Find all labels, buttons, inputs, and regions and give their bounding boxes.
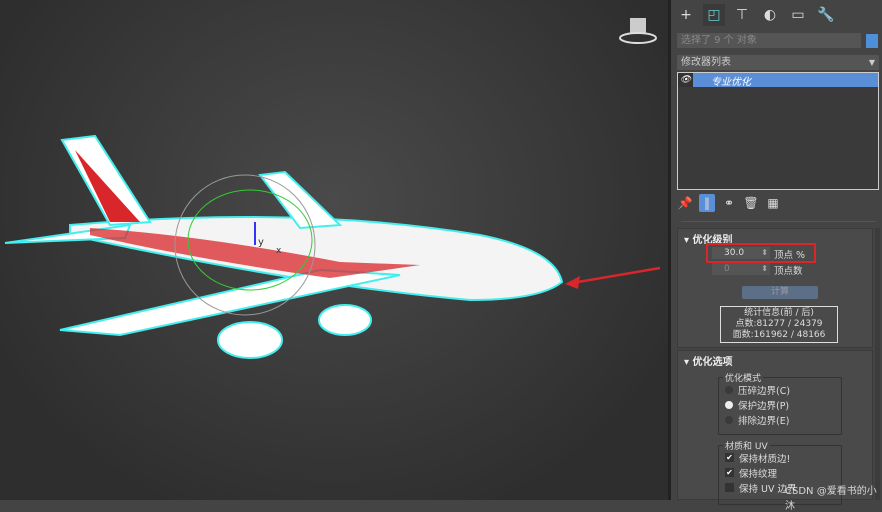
object-color-swatch[interactable] xyxy=(866,34,878,48)
mode-group: 优化模式 压碎边界(C) 保护边界(P) 排除边界(E) xyxy=(718,371,842,435)
airplane-wireframe: y x xyxy=(4,18,661,359)
viewcube-icon[interactable] xyxy=(619,18,657,44)
stats-points: 点数:81277 / 24379 xyxy=(735,319,823,329)
modifier-list-dropdown[interactable]: 修改器列表 ▼ xyxy=(677,55,879,70)
stack-toolbar: 📌 ‖ ⚭ 🗑 ▦ xyxy=(677,194,781,212)
axis-x-label: x xyxy=(276,246,282,256)
vertex-percent-label: 顶点 % xyxy=(774,250,806,261)
motion-tab-icon[interactable]: ◐ xyxy=(759,4,781,26)
display-tab-icon[interactable]: ▭ xyxy=(787,4,809,26)
hierarchy-tab-icon[interactable]: ⊤ xyxy=(731,4,753,26)
rollout-header[interactable]: ▾ 优化选项 xyxy=(678,351,872,370)
modifier-item[interactable]: 👁 专业优化 xyxy=(678,73,878,88)
separator xyxy=(681,221,876,222)
command-panel-tabs: + ◰ ⊤ ◐ ▭ 🔧 xyxy=(675,4,837,26)
create-tab-icon[interactable]: + xyxy=(675,4,697,26)
panel-scrollbar[interactable] xyxy=(875,228,880,500)
utilities-tab-icon[interactable]: 🔧 xyxy=(815,4,837,26)
mode-label: 优化模式 xyxy=(723,371,764,384)
modifier-list-label: 修改器列表 xyxy=(681,57,731,68)
command-panel: + ◰ ⊤ ◐ ▭ 🔧 选择了 9 个 对象 修改器列表 ▼ 👁 专业优化 📌 ‖ … xyxy=(671,0,882,505)
selection-name-field[interactable]: 选择了 9 个 对象 xyxy=(677,33,861,48)
optimization-options-rollout: ▾ 优化选项 优化模式 压碎边界(C) 保护边界(P) 排除边界(E) 材质和 … xyxy=(677,350,873,505)
show-end-result-icon[interactable]: ‖ xyxy=(699,194,715,212)
stats-faces: 面数:161962 / 48166 xyxy=(732,330,826,340)
modify-tab-icon[interactable]: ◰ xyxy=(703,4,725,26)
vertex-percent-spinner[interactable]: 30.0 xyxy=(712,247,770,259)
material-uv-label: 材质和 UV xyxy=(723,439,770,452)
vertex-count-label: 顶点数 xyxy=(774,266,803,277)
vertex-count-spinner[interactable]: 0 xyxy=(712,263,770,275)
mode-exclude-radio[interactable]: 排除边界(E) xyxy=(719,412,841,427)
mode-crush-radio[interactable]: 压碎边界(C) xyxy=(719,382,841,397)
keep-material-checkbox[interactable]: ✔ 保持材质边! xyxy=(719,450,841,465)
pin-stack-icon[interactable]: 📌 xyxy=(677,194,693,212)
keep-texture-checkbox[interactable]: ✔ 保持纹理 xyxy=(719,465,841,480)
optimization-level-rollout: ▾ 优化级别 30.0 顶点 % 0 顶点数 计算 统计信息(前 / 后) 点数… xyxy=(677,228,873,348)
mode-protect-radio[interactable]: 保护边界(P) xyxy=(719,397,841,412)
axis-y-label: y xyxy=(258,237,264,248)
viewport[interactable]: y x xyxy=(0,0,668,500)
stats-title: 统计信息(前 / 后) xyxy=(744,308,814,318)
watermark: CSDN @爱看书的小沐 xyxy=(785,486,877,512)
remove-modifier-icon[interactable]: 🗑 xyxy=(743,194,759,212)
annotation-arrow xyxy=(571,266,661,285)
statistics-box: 统计信息(前 / 后) 点数:81277 / 24379 面数:161962 /… xyxy=(720,306,838,343)
eye-icon[interactable]: 👁 xyxy=(678,73,693,87)
configure-sets-icon[interactable]: ▦ xyxy=(765,194,781,212)
chevron-down-icon: ▼ xyxy=(868,58,875,67)
make-unique-icon[interactable]: ⚭ xyxy=(721,194,737,212)
calculate-button[interactable]: 计算 xyxy=(742,286,818,299)
modifier-stack: 👁 专业优化 xyxy=(677,72,879,190)
modifier-name: 专业优化 xyxy=(711,76,751,88)
